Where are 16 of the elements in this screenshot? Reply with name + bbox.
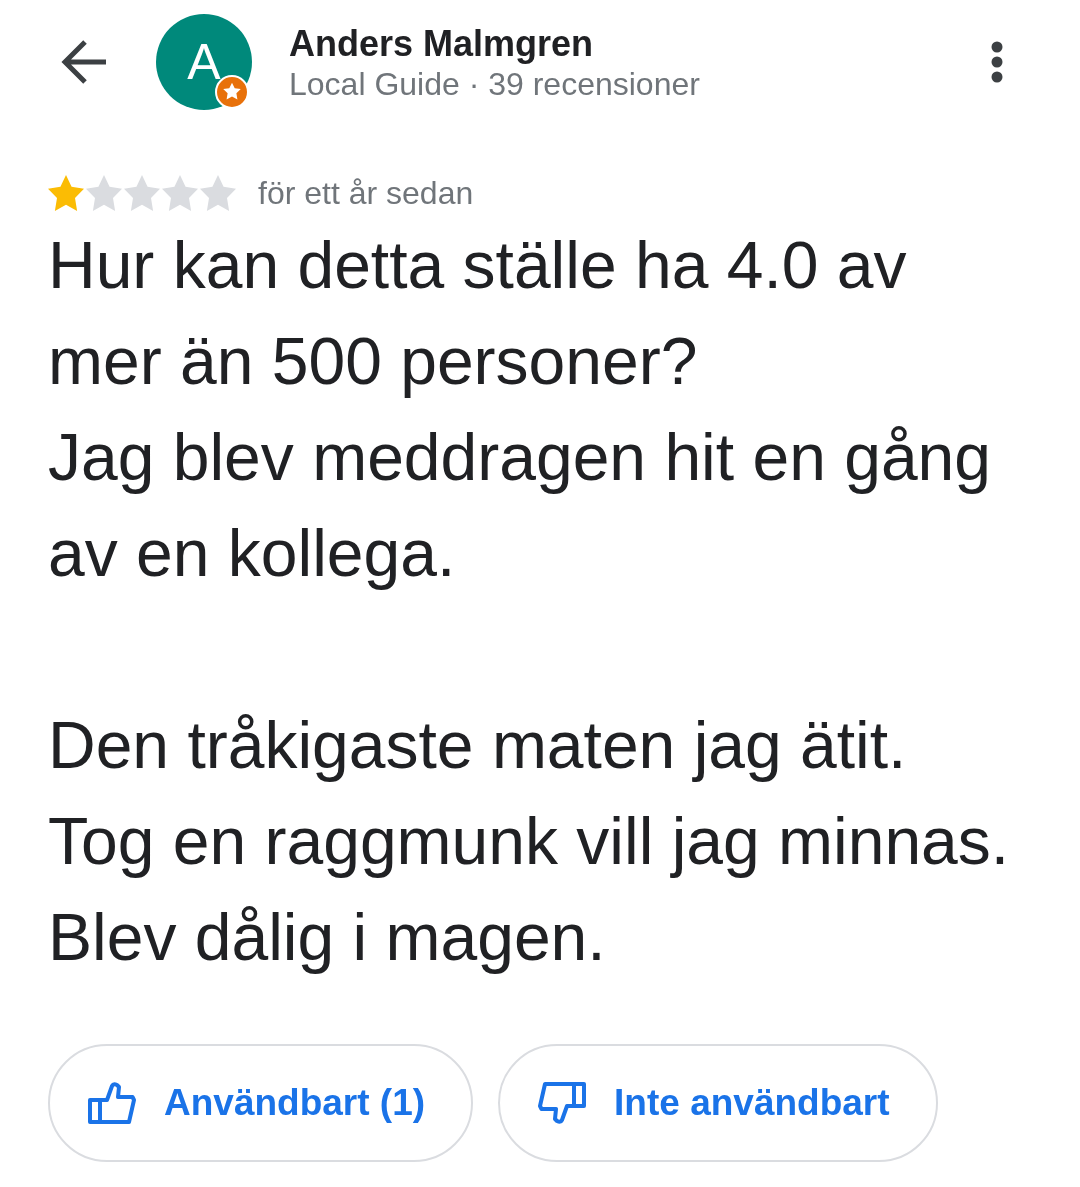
more-options-icon[interactable] bbox=[991, 41, 1003, 83]
reviewer-name[interactable]: Anders Malmgren bbox=[289, 24, 594, 64]
star-icon bbox=[162, 175, 198, 211]
helpful-button[interactable]: Användbart (1) bbox=[48, 1044, 474, 1162]
not-helpful-button[interactable]: Inte användbart bbox=[498, 1044, 938, 1162]
star-icon bbox=[86, 175, 122, 211]
review-text: Hur kan detta ställe ha 4.0 av mer än 500 personer? Jag blev meddragen hit en gång av en kollega. Den tråkigaste maten jag ätit. Tog en raggmunk vill jag minnas. Blev dålig i magen. bbox=[48, 227, 1011, 976]
star-icon bbox=[124, 175, 160, 211]
thumbs-up-icon bbox=[88, 1082, 136, 1124]
reviewer-subtitle: Local Guide · 39 recensioner bbox=[289, 65, 700, 104]
avatar-initial: A bbox=[187, 37, 221, 87]
star-icon bbox=[200, 175, 236, 211]
review-time: för ett år sedan bbox=[258, 174, 474, 213]
thumbs-down-icon bbox=[538, 1082, 587, 1124]
star-icon bbox=[48, 175, 84, 211]
back-arrow-icon[interactable] bbox=[60, 39, 108, 85]
